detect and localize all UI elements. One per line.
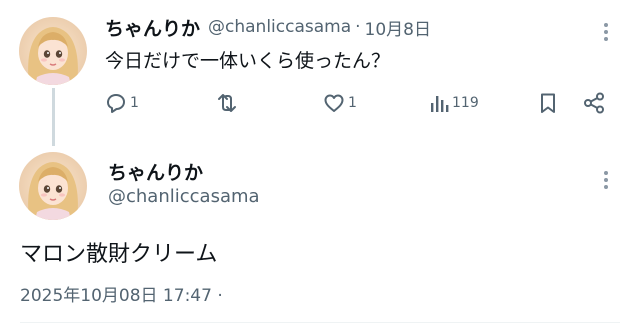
divider bbox=[20, 322, 620, 323]
reply-count: 1 bbox=[130, 95, 139, 111]
views-count: 119 bbox=[452, 95, 479, 111]
display-name[interactable]: ちゃんりか bbox=[108, 158, 203, 185]
share-button[interactable] bbox=[582, 88, 606, 118]
thread-connector-line bbox=[52, 88, 55, 146]
views-button[interactable]: 119 bbox=[428, 88, 479, 118]
display-name[interactable]: ちゃんりか bbox=[105, 14, 200, 41]
avatar[interactable] bbox=[19, 17, 87, 85]
user-handle[interactable]: @chanliccasama bbox=[208, 17, 351, 37]
tweet-actions-bar: 1 1 119 bbox=[104, 88, 624, 118]
separator-dot: · bbox=[355, 17, 361, 37]
share-icon bbox=[584, 92, 604, 114]
user-handle[interactable]: @chanliccasama bbox=[108, 186, 260, 207]
tweet-text: マロン散財クリーム bbox=[20, 242, 218, 267]
doll-avatar-icon bbox=[19, 152, 87, 220]
tweet-timestamp[interactable]: 2025年10月08日 17:47 · bbox=[20, 281, 223, 306]
repost-icon bbox=[218, 94, 236, 112]
doll-avatar-icon bbox=[19, 17, 87, 85]
bookmark-icon bbox=[541, 93, 555, 113]
more-options-icon[interactable] bbox=[596, 168, 616, 192]
tweet-header: ちゃんりか @chanliccasama · 10月8日 bbox=[105, 14, 431, 40]
bookmark-button[interactable] bbox=[536, 88, 560, 118]
reply-icon bbox=[107, 94, 125, 113]
views-icon bbox=[431, 96, 449, 112]
like-button[interactable]: 1 bbox=[322, 88, 357, 118]
like-count: 1 bbox=[348, 95, 357, 111]
more-options-icon[interactable] bbox=[596, 20, 616, 44]
repost-button[interactable] bbox=[214, 88, 242, 118]
avatar[interactable] bbox=[19, 152, 87, 220]
tweet-text: 今日だけで一体いくら使ったん？ bbox=[105, 50, 391, 72]
tweet-date[interactable]: 10月8日 bbox=[365, 15, 431, 40]
heart-icon bbox=[324, 94, 344, 112]
reply-button[interactable]: 1 bbox=[104, 88, 139, 118]
